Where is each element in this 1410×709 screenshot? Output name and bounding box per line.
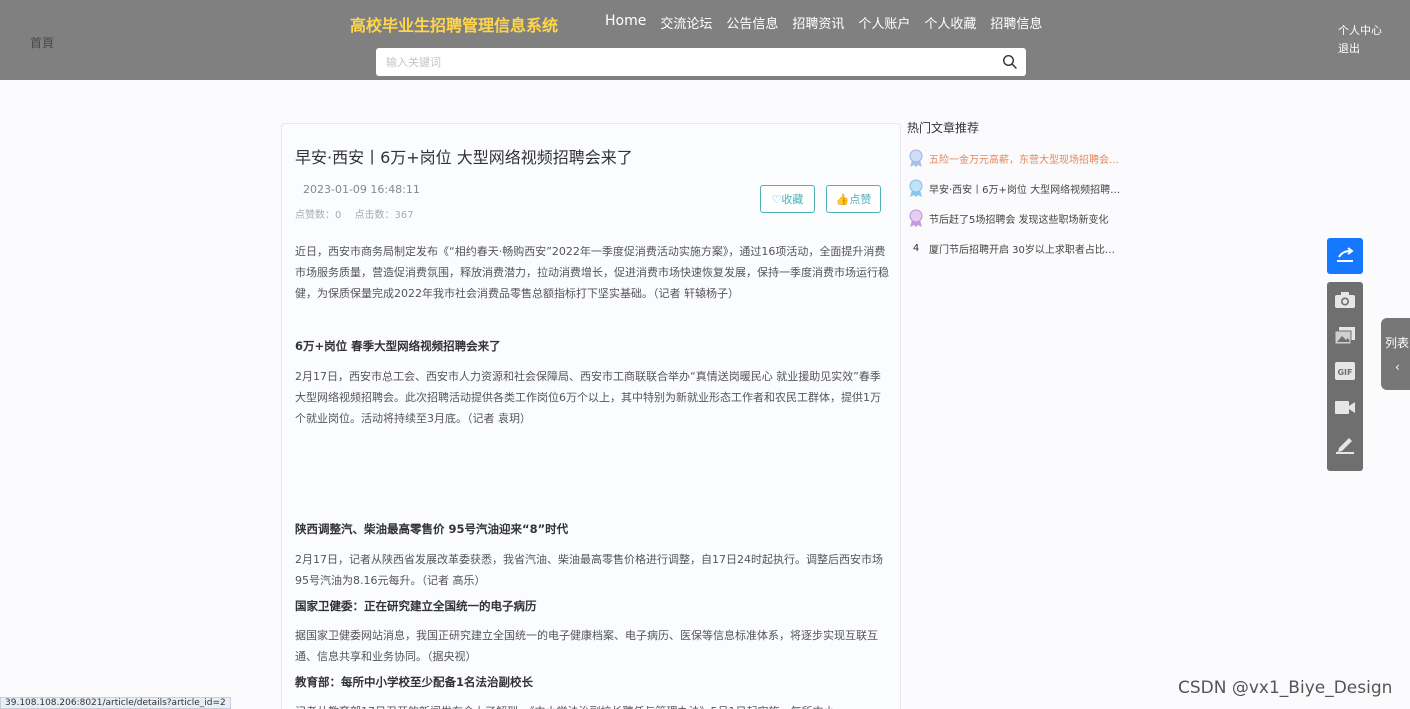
gif-icon[interactable]: GIF xyxy=(1334,360,1356,382)
camera-icon[interactable] xyxy=(1334,289,1356,311)
user-center-link[interactable]: 个人中心 xyxy=(1338,22,1382,40)
nav-account[interactable]: 个人账户 xyxy=(858,13,910,32)
nav-favorites[interactable]: 个人收藏 xyxy=(924,13,976,32)
edit-icon[interactable] xyxy=(1334,433,1356,455)
silver-medal-icon xyxy=(907,178,925,198)
article-paragraph-5: 记者从教育部17日召开的新闻发布会上了解到，《中小学法治副校长聘任与管理办法》5… xyxy=(295,701,889,709)
like-count: 点赞数：0 xyxy=(295,210,342,221)
status-bar-url: 39.108.108.206:8021/article/details?arti… xyxy=(0,697,231,709)
top-navbar: 首頁 高校毕业生招聘管理信息系统 Home 交流论坛 公告信息 招聘资讯 个人账… xyxy=(0,0,1410,80)
article-title: 早安·西安丨6万+岗位 大型网络视频招聘会来了 xyxy=(295,148,633,167)
article-paragraph-3: 2月17日，记者从陕西省发展改革委获悉，我省汽油、柴油最高零售价格进行调整，自1… xyxy=(295,553,883,587)
nav-job-info[interactable]: 招聘信息 xyxy=(990,13,1042,32)
nav-recruit-news[interactable]: 招聘资讯 xyxy=(792,13,844,32)
hot-article-item[interactable]: 节后赶了5场招聘会 发现这些职场新变化 xyxy=(907,206,1122,230)
hot-article-title: 五险一金万元高薪，东营大型现场招聘会来了 xyxy=(929,154,1122,166)
article-stats: 点赞数：0 点击数：367 xyxy=(295,206,424,221)
chevron-left-icon: ‹ xyxy=(1395,360,1400,374)
hot-article-title: 早安·西安丨6万+岗位 大型网络视频招聘会来了 xyxy=(929,184,1122,196)
nav-forum[interactable]: 交流论坛 xyxy=(660,13,712,32)
search-icon[interactable] xyxy=(1002,54,1018,70)
like-button[interactable]: 👍点赞 xyxy=(826,185,881,213)
article-subheading-4: 教育部：每所中小学校至少配备1名法治副校长 xyxy=(295,675,533,689)
list-panel-toggle[interactable]: 列表 ‹ xyxy=(1381,318,1410,390)
images-icon[interactable] xyxy=(1334,325,1356,347)
logout-link[interactable]: 退出 xyxy=(1338,40,1382,58)
article-card: 早安·西安丨6万+岗位 大型网络视频招聘会来了 2023-01-09 16:48… xyxy=(281,123,901,709)
video-icon[interactable] xyxy=(1334,396,1356,418)
hot-articles-title: 热门文章推荐 xyxy=(907,121,980,135)
gold-medal-icon xyxy=(907,148,925,168)
article-subheading-2: 陕西调整汽、柴油最高零售价 95号汽油迎来“8”时代 xyxy=(295,522,569,536)
bronze-medal-icon xyxy=(907,208,925,228)
user-menu: 个人中心 退出 xyxy=(1338,22,1382,58)
hot-article-item[interactable]: 早安·西安丨6万+岗位 大型网络视频招聘会来了 xyxy=(907,176,1122,200)
nav-home[interactable]: Home xyxy=(605,13,646,32)
hot-article-item[interactable]: 4 厦门节后招聘开启 30岁以上求职者占比增加 xyxy=(907,236,1122,260)
site-title: 高校毕业生招聘管理信息系统 xyxy=(350,16,559,35)
search-input[interactable] xyxy=(376,48,996,76)
search-box xyxy=(376,48,1026,76)
hot-article-rank: 4 xyxy=(912,242,920,254)
nav-announcements[interactable]: 公告信息 xyxy=(726,13,778,32)
watermark: CSDN @vx1_Biye_Design xyxy=(1178,678,1393,698)
corner-label[interactable]: 首頁 xyxy=(30,34,54,51)
favorite-button[interactable]: ♡收藏 xyxy=(760,185,815,213)
list-label: 列表 xyxy=(1385,336,1410,350)
hot-article-title: 节后赶了5场招聘会 发现这些职场新变化 xyxy=(929,214,1109,226)
hot-article-title: 厦门节后招聘开启 30岁以上求职者占比增加 xyxy=(929,244,1122,256)
article-paragraph-1: 近日，西安市商务局制定发布《“相约春天·畅购西安”2022年一季度促消费活动实施… xyxy=(295,245,889,300)
main-nav: Home 交流论坛 公告信息 招聘资讯 个人账户 个人收藏 招聘信息 xyxy=(605,13,1056,32)
share-icon xyxy=(1337,247,1354,262)
article-subheading-3: 国家卫健委：正在研究建立全国统一的电子病历 xyxy=(295,599,537,613)
click-count: 点击数：367 xyxy=(354,210,414,221)
article-subheading-1: 6万+岗位 春季大型网络视频招聘会来了 xyxy=(295,339,501,353)
publish-date: 2023-01-09 16:48:11 xyxy=(303,183,420,196)
article-paragraph-4: 据国家卫健委网站消息，我国正研究建立全国统一的电子健康档案、电子病历、医保等信息… xyxy=(295,629,878,663)
share-button[interactable] xyxy=(1327,238,1363,274)
article-paragraph-2: 2月17日，西安市总工会、西安市人力资源和社会保障局、西安市工商联联合举办“真情… xyxy=(295,370,881,425)
hot-article-item[interactable]: 五险一金万元高薪，东营大型现场招聘会来了 xyxy=(907,146,1122,170)
floating-toolbar: GIF xyxy=(1327,282,1363,471)
svg-text:GIF: GIF xyxy=(1337,368,1352,377)
